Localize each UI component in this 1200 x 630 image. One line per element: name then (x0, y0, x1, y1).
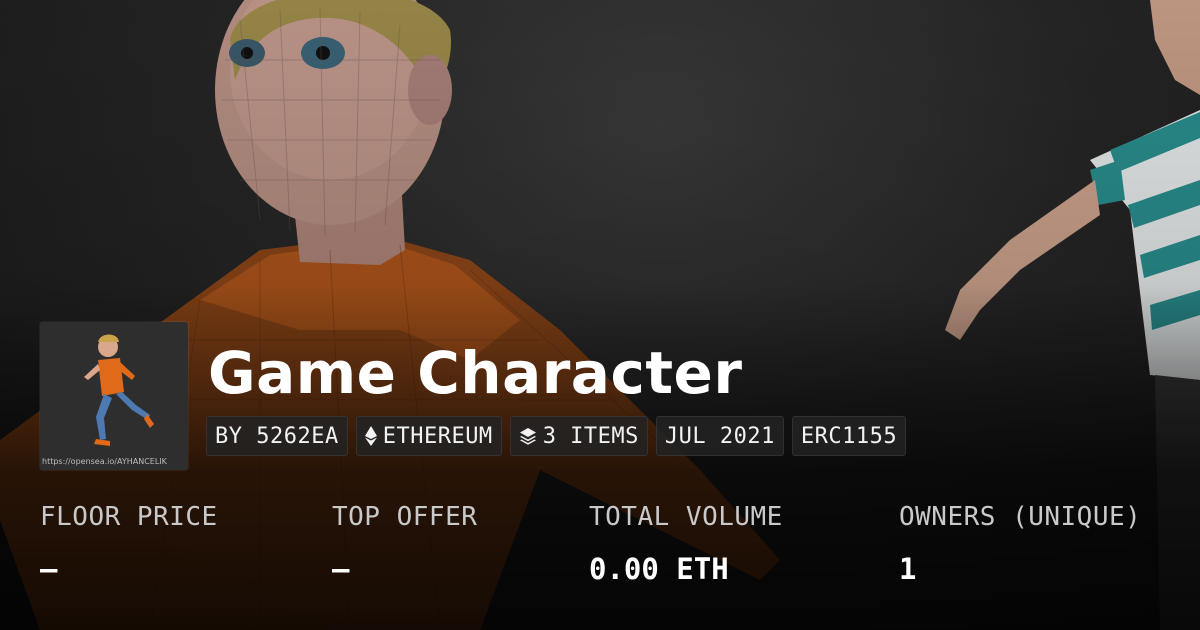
chain-tag[interactable]: ETHEREUM (355, 416, 502, 456)
collection-tags: BY 5262EA ETHEREUM 3 ITEMS JUL 2021 ERC1… (206, 416, 907, 456)
date-label: JUL 2021 (664, 423, 775, 449)
stat-owners: OWNERS (UNIQUE) 1 (899, 502, 1141, 586)
creator-label: BY 5262EA (215, 423, 339, 449)
stat-value: – (332, 552, 350, 586)
standard-tag[interactable]: ERC1155 (791, 416, 907, 456)
layers-icon (519, 428, 536, 445)
chain-label: ETHEREUM (382, 423, 493, 449)
stat-label: OWNERS (UNIQUE) (899, 502, 1142, 532)
items-label: 3 ITEMS (542, 423, 639, 449)
stat-value: 1 (899, 552, 917, 586)
collection-title: Game Character (208, 339, 743, 407)
stat-total-volume: TOTAL VOLUME 0.00 ETH (589, 502, 783, 586)
stat-label: FLOOR PRICE (40, 502, 218, 532)
ethereum-icon (364, 426, 377, 446)
stat-floor-price: FLOOR PRICE – (40, 502, 218, 586)
creator-tag[interactable]: BY 5262EA (206, 416, 348, 456)
stat-label: TOTAL VOLUME (589, 502, 783, 532)
thumbnail-caption: https://opensea.io/AYHANCELIK (42, 457, 167, 466)
running-character-image (40, 322, 188, 470)
collection-banner: https://opensea.io/AYHANCELIK Game Chara… (0, 0, 1200, 630)
standard-label: ERC1155 (800, 423, 898, 449)
items-tag[interactable]: 3 ITEMS (509, 416, 648, 456)
date-tag[interactable]: JUL 2021 (655, 416, 784, 456)
stat-value: 0.00 ETH (589, 552, 729, 586)
stat-top-offer: TOP OFFER – (332, 502, 477, 586)
stat-value: – (40, 552, 58, 586)
stat-label: TOP OFFER (332, 502, 478, 532)
collection-thumbnail[interactable]: https://opensea.io/AYHANCELIK (40, 322, 188, 470)
